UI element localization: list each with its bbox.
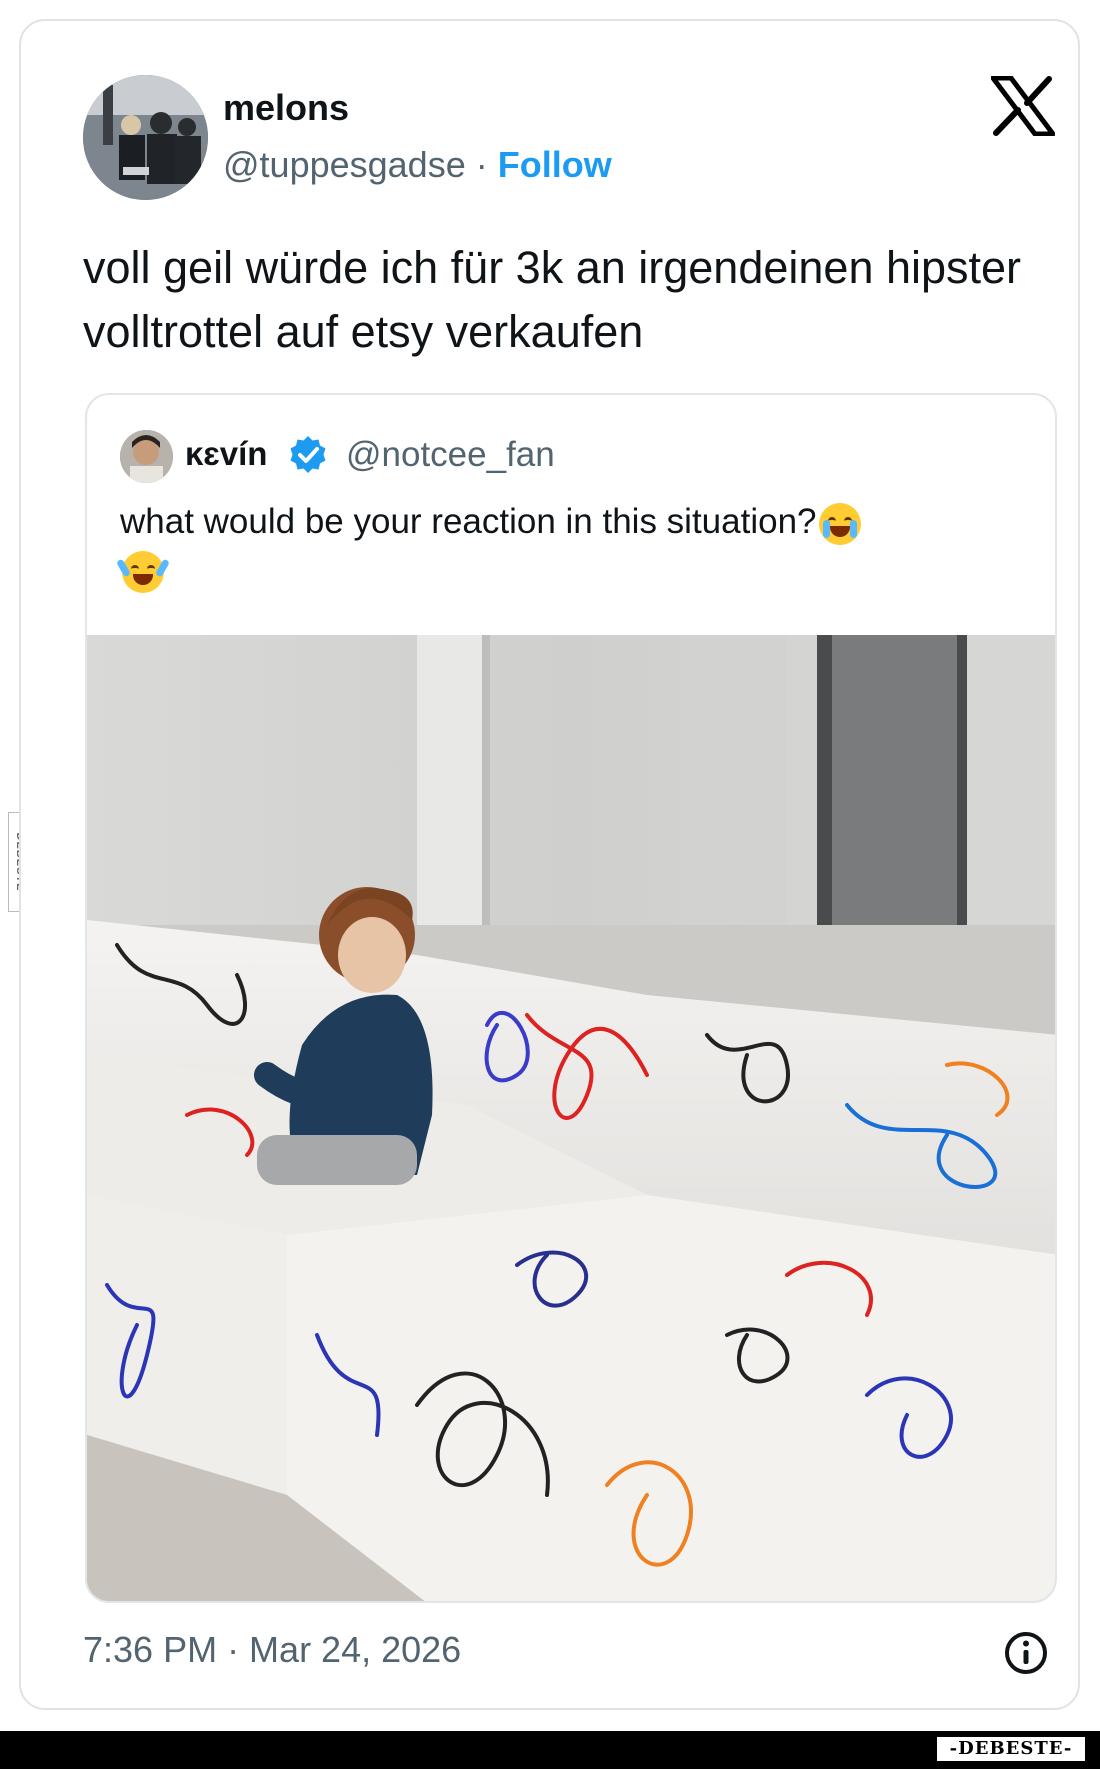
author-name[interactable]: melons: [223, 87, 349, 129]
quoted-author-avatar[interactable]: [120, 430, 173, 483]
handle-separator: ·: [465, 144, 498, 185]
author-avatar[interactable]: [83, 75, 208, 200]
quoted-author-handle[interactable]: @notcee_fan: [346, 435, 555, 475]
quoted-text-block: what would be your reaction in this situ…: [115, 501, 1000, 593]
quoted-avatar-photo-icon: [120, 430, 173, 483]
tweet-timestamp[interactable]: 7:36 PM · Mar 24, 2026: [83, 1629, 461, 1671]
corner-watermark: -DEBESTE-: [935, 1735, 1087, 1763]
quoted-author-name[interactable]: ĸɛvín: [185, 435, 267, 473]
tweet-card: melons @tuppesgadse · Follow voll geil w…: [19, 19, 1080, 1710]
quoted-text: what would be your reaction in this situ…: [120, 502, 817, 541]
quoted-tweet[interactable]: ĸɛvín @notcee_fan what would be your rea…: [85, 393, 1057, 1603]
author-handle-line: @tuppesgadse · Follow: [223, 144, 612, 186]
avatar-photo-icon: [83, 75, 208, 200]
loudly-crying-face-icon: [818, 502, 861, 545]
author-handle[interactable]: @tuppesgadse: [223, 144, 466, 185]
child-on-scribbled-sofa-photo[interactable]: [87, 635, 1057, 1603]
info-icon[interactable]: [1003, 1630, 1049, 1676]
follow-button[interactable]: Follow: [498, 144, 612, 185]
verified-badge-icon: [290, 436, 326, 473]
x-logo-icon[interactable]: [991, 76, 1055, 136]
face-with-tears-of-joy-icon: [115, 550, 171, 593]
tweet-text: voll geil würde ich für 3k an irgendeine…: [83, 242, 1022, 357]
